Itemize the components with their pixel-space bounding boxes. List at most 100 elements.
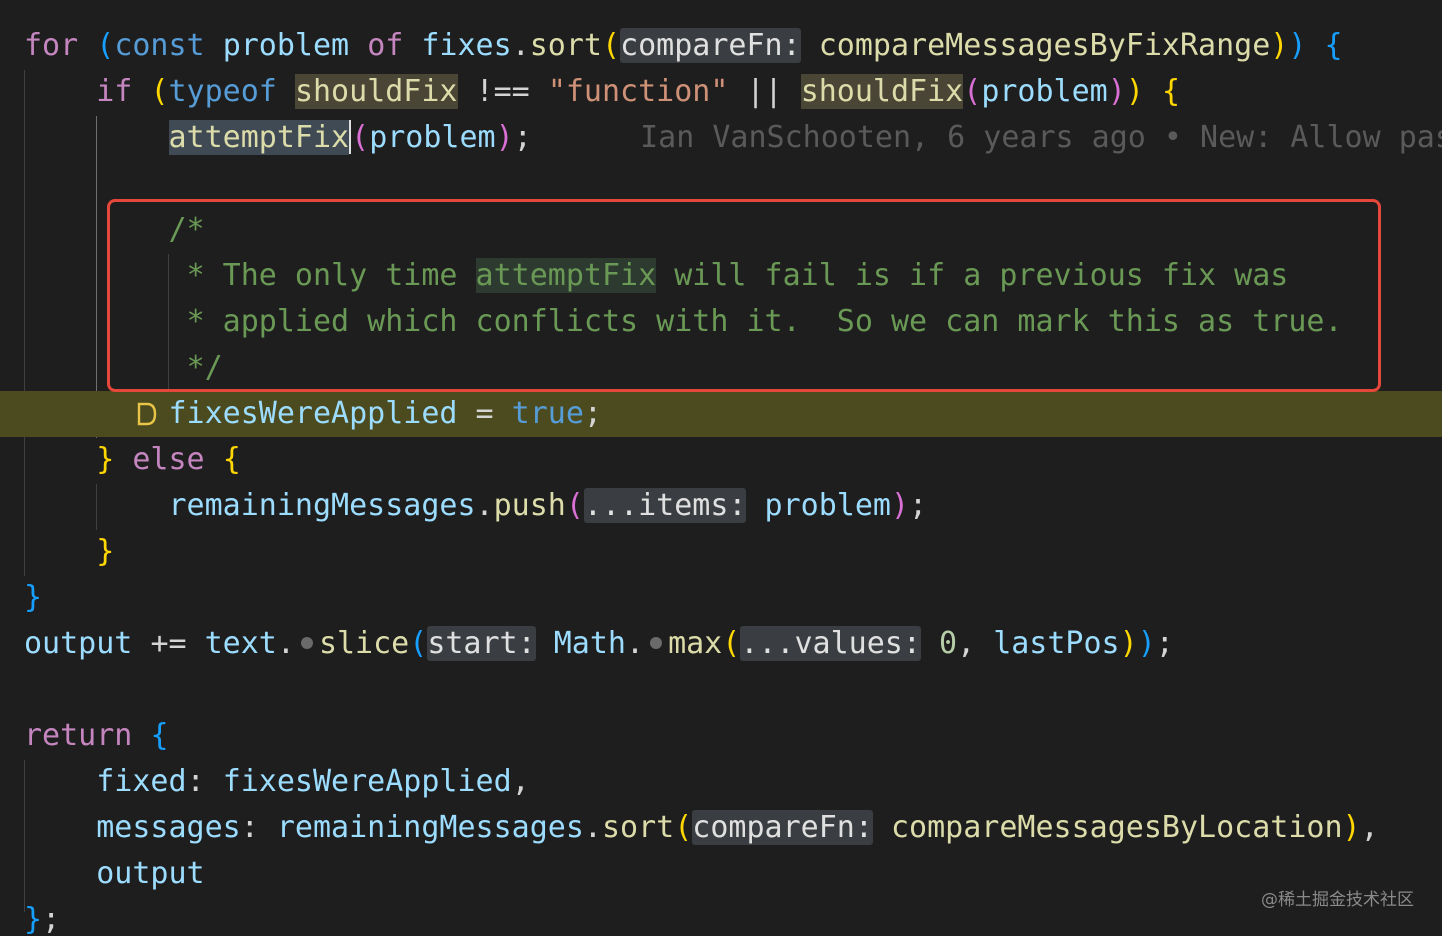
identifier-fixes: fixes: [421, 28, 512, 63]
code-line-17[interactable]: fixed: fixesWereApplied,: [0, 759, 1442, 805]
paren: ): [1125, 74, 1144, 109]
keyword-return: return: [24, 718, 133, 753]
semicolon: ;: [42, 902, 61, 936]
brace: }: [24, 902, 43, 936]
paren: (: [565, 488, 584, 523]
code-line-18[interactable]: messages: remainingMessages.sort(compare…: [0, 805, 1442, 851]
identifier-output: output: [24, 626, 133, 661]
paren: ): [495, 120, 514, 155]
brace: }: [24, 580, 43, 615]
operator-or: ||: [746, 74, 783, 109]
paren: ): [1119, 626, 1138, 661]
paren: (: [351, 120, 370, 155]
identifier-compareMessagesByFixRange: compareMessagesByFixRange: [818, 28, 1271, 63]
identifier-attemptFix: attemptFix: [168, 120, 350, 155]
code-line-1[interactable]: for (const problem of fixes.sort(compare…: [0, 23, 1442, 69]
dot: .: [511, 28, 530, 63]
keyword-const: const: [114, 28, 205, 63]
paren: ): [1288, 28, 1307, 63]
dot: .: [276, 626, 295, 661]
paren: ): [890, 488, 910, 523]
inline-dot-icon: [650, 636, 663, 649]
identifier-fixesWereApplied: fixesWereApplied: [168, 396, 458, 431]
code-line-20[interactable]: };: [0, 897, 1442, 936]
operator-plus-assign: +=: [150, 626, 187, 661]
keyword-for: for: [24, 28, 79, 63]
inlay-hint-start: start:: [427, 626, 536, 661]
identifier-compareMessagesByLocation: compareMessagesByLocation: [890, 810, 1343, 845]
identifier-shouldFix: shouldFix: [294, 74, 458, 109]
semicolon: ;: [513, 120, 532, 155]
inlay-hint-values: ...values:: [740, 626, 921, 661]
dot: .: [475, 488, 494, 523]
identifier-problem: problem: [981, 74, 1108, 109]
paren: ): [1107, 74, 1126, 109]
code-line-13[interactable]: }: [0, 575, 1442, 621]
code-line-9-current[interactable]: fixesWereApplied = true;: [0, 391, 1442, 437]
paren: ): [1342, 810, 1361, 845]
paren: (: [150, 74, 169, 109]
method-slice: slice: [318, 626, 410, 661]
identifier-fixesWereApplied: fixesWereApplied: [222, 764, 512, 799]
operator-assign: =: [475, 396, 494, 431]
dot: .: [626, 626, 645, 661]
identifier-remainingMessages: remainingMessages: [168, 488, 476, 523]
paren: (: [963, 74, 982, 109]
identifier-shouldFix-call: shouldFix: [800, 74, 964, 109]
code-line-11[interactable]: remainingMessages.push(...items: problem…: [0, 483, 1442, 529]
keyword-else: else: [132, 442, 205, 477]
code-line-12[interactable]: }: [0, 529, 1442, 575]
comma: ,: [957, 626, 976, 661]
code-editor[interactable]: for (const problem of fixes.sort(compare…: [0, 0, 1442, 936]
property-fixed: fixed: [96, 764, 187, 799]
identifier-lastPos: lastPos: [993, 626, 1120, 661]
brace: }: [96, 442, 115, 477]
git-blame-annotation[interactable]: Ian VanSchooten, 6 years ago • New: Allo…: [640, 120, 1442, 155]
colon: :: [186, 764, 205, 799]
brace: }: [96, 534, 115, 569]
inline-dot-icon: [300, 636, 313, 649]
method-push: push: [493, 488, 566, 523]
keyword-typeof: typeof: [168, 74, 277, 109]
inlay-hint-items: ...items:: [583, 488, 747, 523]
method-sort: sort: [529, 28, 602, 63]
paren: ): [1270, 28, 1289, 63]
brace: {: [222, 442, 241, 477]
identifier-remainingMessages: remainingMessages: [276, 810, 584, 845]
colon: :: [240, 810, 259, 845]
code-line-2[interactable]: if (typeof shouldFix !== "function" || s…: [0, 69, 1442, 115]
code-line-19[interactable]: output: [0, 851, 1442, 897]
identifier-text: text: [204, 626, 277, 661]
identifier-problem: problem: [222, 28, 350, 63]
method-max: max: [668, 626, 723, 661]
dot: .: [583, 810, 602, 845]
brace: {: [1324, 28, 1343, 63]
paren: ): [1137, 626, 1156, 661]
code-line-14[interactable]: output += text. slice(start: Math. max(...…: [0, 621, 1442, 667]
paren: (: [602, 28, 621, 63]
annotation-highlight-box: [107, 199, 1381, 392]
number-zero: 0: [939, 626, 958, 661]
property-messages: messages: [96, 810, 241, 845]
identifier-problem: problem: [764, 488, 891, 523]
code-line-3[interactable]: attemptFix(problem); Ian VanSchooten, 6 …: [0, 115, 1442, 161]
brace: {: [1161, 74, 1180, 109]
literal-true: true: [511, 396, 584, 431]
keyword-if: if: [96, 74, 133, 109]
paren: (: [722, 626, 741, 661]
inlay-hint-compareFn: compareFn:: [692, 810, 873, 845]
property-output: output: [96, 856, 205, 891]
operator-neq: !==: [475, 74, 530, 109]
keyword-of: of: [367, 28, 404, 63]
identifier-problem: problem: [369, 120, 496, 155]
code-line-16[interactable]: return {: [0, 713, 1442, 759]
inlay-hint-compareFn: compareFn:: [620, 28, 801, 63]
paren: (: [674, 810, 693, 845]
identifier-Math: Math: [553, 626, 626, 661]
code-line-10[interactable]: } else {: [0, 437, 1442, 483]
paren: (: [409, 626, 428, 661]
semicolon: ;: [583, 396, 602, 431]
comma: ,: [511, 764, 530, 799]
method-sort: sort: [601, 810, 675, 845]
semicolon: ;: [1155, 626, 1174, 661]
